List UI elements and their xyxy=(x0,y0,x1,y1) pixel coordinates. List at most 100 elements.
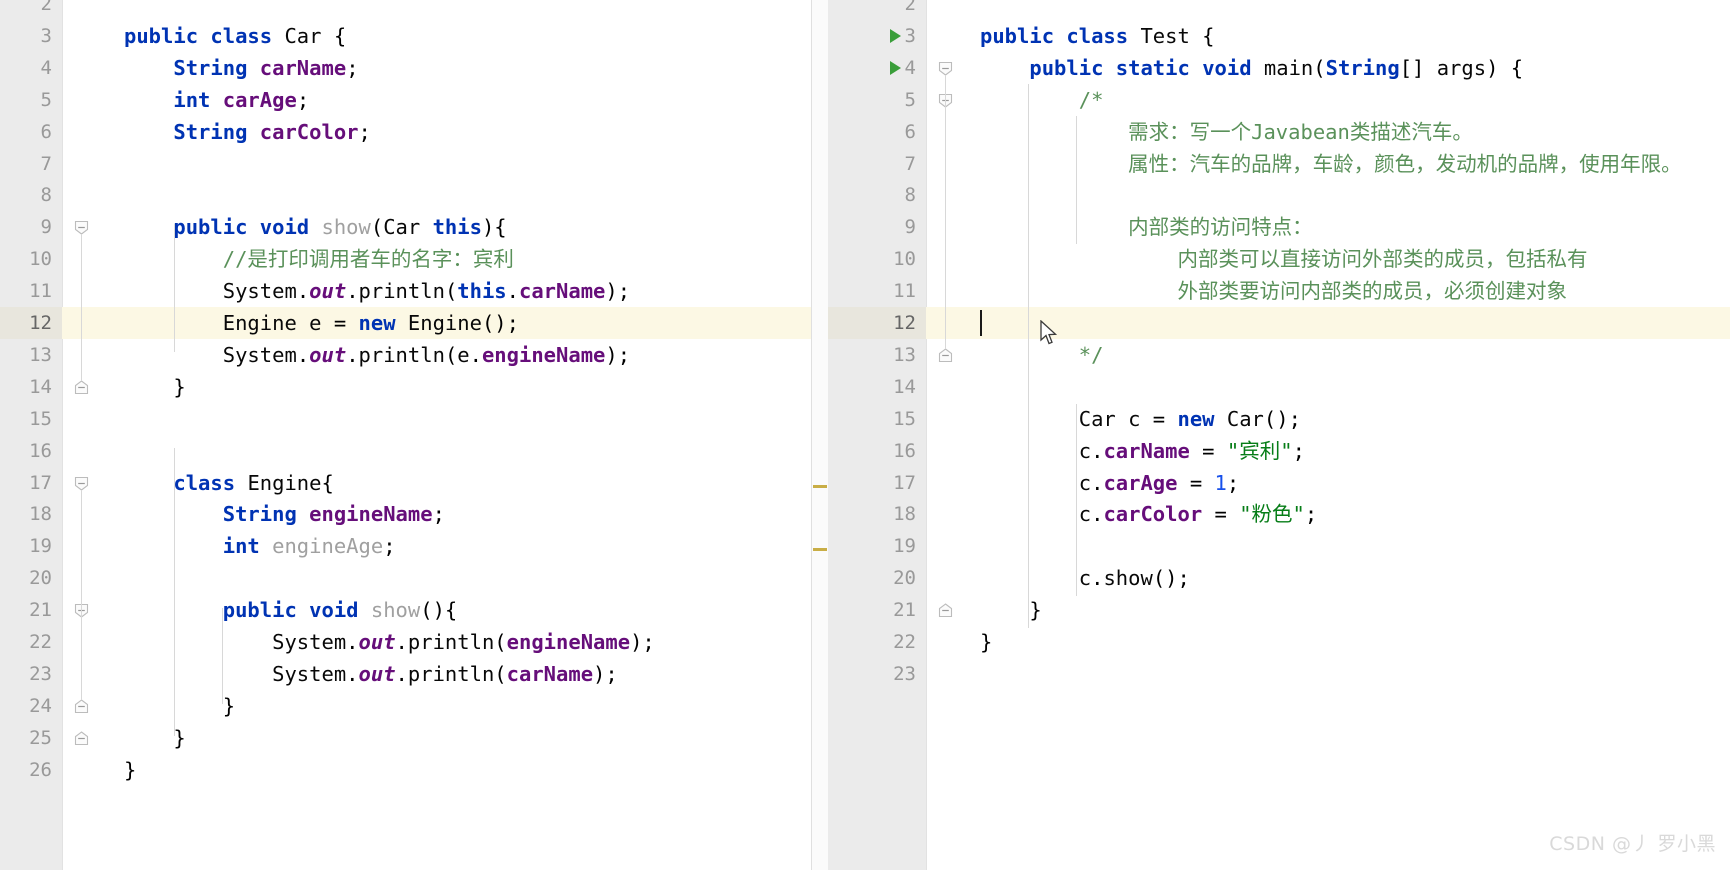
code-line[interactable]: c.show(); xyxy=(980,562,1190,594)
line-number[interactable]: 2 xyxy=(41,0,52,20)
code-line[interactable]: public class Car { xyxy=(124,20,346,52)
warning-stripe-mark[interactable] xyxy=(813,548,827,552)
line-number[interactable]: 11 xyxy=(29,275,52,307)
fold-marker-close[interactable] xyxy=(938,603,953,618)
code-line[interactable]: //是打印调用者车的名字：宾利 xyxy=(124,243,514,275)
code-line[interactable]: System.out.println(engineName); xyxy=(124,626,655,658)
code-line[interactable]: public void show(Car this){ xyxy=(124,211,506,243)
line-number[interactable]: 16 xyxy=(893,435,916,467)
line-number[interactable]: 5 xyxy=(905,84,916,116)
fold-marker-close[interactable] xyxy=(74,380,89,395)
code-line[interactable]: System.out.println(carName); xyxy=(124,658,618,690)
error-stripe-left[interactable] xyxy=(811,0,828,870)
code-line[interactable]: */ xyxy=(980,339,1104,371)
code-line[interactable]: } xyxy=(124,690,235,722)
line-number[interactable]: 20 xyxy=(29,562,52,594)
line-number[interactable]: 18 xyxy=(29,498,52,530)
line-number[interactable]: 9 xyxy=(41,211,52,243)
line-number[interactable]: 4 xyxy=(905,52,916,84)
line-number[interactable]: 23 xyxy=(893,658,916,690)
line-number[interactable]: 10 xyxy=(29,243,52,275)
fold-marker-open[interactable] xyxy=(938,61,953,76)
fold-marker-open[interactable] xyxy=(74,220,89,235)
code-line[interactable]: public class Test { xyxy=(980,20,1215,52)
code-line[interactable]: } xyxy=(124,371,185,403)
line-number[interactable]: 19 xyxy=(893,530,916,562)
code-line[interactable]: String engineName; xyxy=(124,498,445,530)
line-number[interactable]: 15 xyxy=(29,403,52,435)
code-line[interactable]: public static void main(String[] args) { xyxy=(980,52,1523,84)
code-line[interactable]: 需求：写一个Javabean类描述汽车。 xyxy=(980,116,1473,148)
line-number[interactable]: 6 xyxy=(905,116,916,148)
code-line[interactable]: } xyxy=(980,594,1041,626)
line-number[interactable]: 15 xyxy=(893,403,916,435)
line-number[interactable]: 24 xyxy=(29,690,52,722)
run-gutter-arrow[interactable] xyxy=(890,28,901,43)
line-number[interactable]: 3 xyxy=(905,20,916,52)
code-line[interactable]: class Engine{ xyxy=(124,467,333,499)
fold-marker-close[interactable] xyxy=(74,699,89,714)
fold-marker-close[interactable] xyxy=(74,731,89,746)
line-number[interactable]: 21 xyxy=(893,594,916,626)
code-area-left[interactable]: public class Car { String carName; int c… xyxy=(100,0,828,870)
code-line[interactable]: c.carColor = "粉色"; xyxy=(980,498,1318,530)
code-line[interactable]: 内部类可以直接访问外部类的成员，包括私有 xyxy=(980,243,1587,275)
code-area-right[interactable]: public class Test { public static void m… xyxy=(964,0,1730,870)
line-number[interactable]: 19 xyxy=(29,530,52,562)
line-number[interactable]: 21 xyxy=(29,594,52,626)
line-number[interactable]: 4 xyxy=(41,52,52,84)
line-number[interactable]: 13 xyxy=(29,339,52,371)
line-number-gutter-right[interactable]: 2 3 4 5 6 7 8 9 10 11 12 13 14 15 16 17 18 19 20 21 22 23 xyxy=(828,0,926,870)
code-line[interactable]: } xyxy=(980,626,992,658)
line-number[interactable]: 22 xyxy=(893,626,916,658)
fold-gutter-right[interactable] xyxy=(926,0,964,870)
line-number-gutter-left[interactable]: 2 3 4 5 6 7 8 9 10 11 12 13 14 15 16 17 18 19 20 21 22 23 24 25… xyxy=(0,0,62,870)
line-number[interactable]: 8 xyxy=(905,179,916,211)
code-line[interactable]: String carColor; xyxy=(124,116,371,148)
line-number[interactable]: 17 xyxy=(893,467,916,499)
line-number[interactable]: 11 xyxy=(893,275,916,307)
line-number[interactable]: 6 xyxy=(41,116,52,148)
line-number[interactable]: 5 xyxy=(41,84,52,116)
fold-marker-open[interactable] xyxy=(74,476,89,491)
fold-gutter-left[interactable] xyxy=(62,0,100,870)
line-number[interactable]: 7 xyxy=(41,148,52,180)
line-number[interactable]: 16 xyxy=(29,435,52,467)
code-line[interactable]: String carName; xyxy=(124,52,358,84)
run-gutter-arrow[interactable] xyxy=(890,60,901,75)
line-number[interactable]: 9 xyxy=(905,211,916,243)
line-number[interactable]: 10 xyxy=(893,243,916,275)
code-line[interactable]: System.out.println(e.engineName); xyxy=(124,339,630,371)
code-line[interactable]: 内部类的访问特点： xyxy=(980,211,1313,243)
code-line[interactable]: c.carAge = 1; xyxy=(980,467,1239,499)
code-line[interactable]: System.out.println(this.carName); xyxy=(124,275,630,307)
line-number[interactable]: 12 xyxy=(893,307,916,339)
code-line[interactable]: 外部类要访问内部类的成员，必须创建对象 xyxy=(980,275,1567,307)
code-line[interactable]: Engine e = new Engine(); xyxy=(124,307,519,339)
line-number[interactable]: 8 xyxy=(41,179,52,211)
line-number[interactable]: 25 xyxy=(29,722,52,754)
line-number[interactable]: 20 xyxy=(893,562,916,594)
code-line[interactable]: 属性：汽车的品牌，车龄，颜色，发动机的品牌，使用年限。 xyxy=(980,148,1682,180)
line-number[interactable]: 22 xyxy=(29,626,52,658)
line-number[interactable]: 23 xyxy=(29,658,52,690)
code-line[interactable]: } xyxy=(124,754,136,786)
line-number[interactable]: 14 xyxy=(893,371,916,403)
editor-pane-right[interactable]: 2 3 4 5 6 7 8 9 10 11 12 13 14 15 16 17 18 19 20 21 22 23 pub… xyxy=(828,0,1730,870)
code-line[interactable]: /* xyxy=(980,84,1104,116)
line-number[interactable]: 17 xyxy=(29,467,52,499)
line-number[interactable]: 14 xyxy=(29,371,52,403)
code-line[interactable]: } xyxy=(124,722,185,754)
line-number[interactable]: 13 xyxy=(893,339,916,371)
code-line[interactable]: int carAge; xyxy=(124,84,309,116)
line-number[interactable]: 26 xyxy=(29,754,52,786)
line-number[interactable]: 12 xyxy=(29,307,52,339)
line-number[interactable]: 3 xyxy=(41,20,52,52)
fold-marker-close[interactable] xyxy=(938,348,953,363)
line-number[interactable]: 7 xyxy=(905,148,916,180)
editor-pane-left[interactable]: 2 3 4 5 6 7 8 9 10 11 12 13 14 15 16 17 18 19 20 21 22 23 24 25… xyxy=(0,0,828,870)
code-line[interactable]: int engineAge; xyxy=(124,530,396,562)
line-number[interactable]: 2 xyxy=(905,0,916,20)
warning-stripe-mark[interactable] xyxy=(813,484,827,488)
line-number[interactable]: 18 xyxy=(893,498,916,530)
